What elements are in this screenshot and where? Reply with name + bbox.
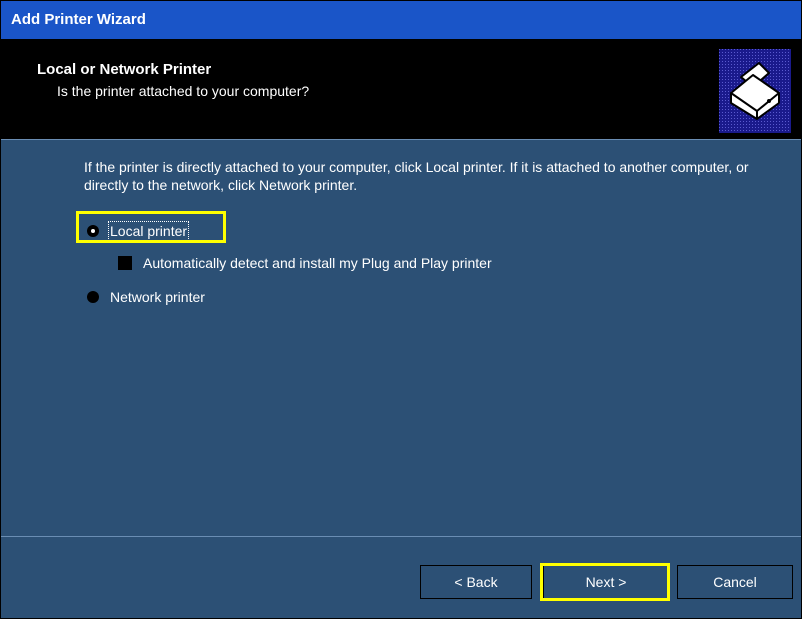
wizard-header: Local or Network Printer Is the printer … — [1, 39, 801, 139]
window-title: Add Printer Wizard — [11, 11, 146, 28]
page-title: Local or Network Printer — [37, 61, 212, 78]
network-printer-label[interactable]: Network printer — [110, 289, 205, 305]
radio-selected-icon[interactable] — [87, 225, 99, 237]
next-button[interactable]: Next > — [543, 565, 669, 599]
printer-icon — [719, 49, 791, 133]
wizard-content: If the printer is directly attached to y… — [1, 140, 801, 532]
local-printer-label[interactable]: Local printer — [107, 221, 190, 241]
instructions-text: If the printer is directly attached to y… — [84, 159, 749, 193]
radio-unselected-icon[interactable] — [87, 291, 99, 303]
footer-divider — [1, 536, 801, 537]
network-printer-radio[interactable]: Network printer — [87, 289, 205, 305]
auto-detect-checkbox[interactable]: Automatically detect and install my Plug… — [118, 255, 492, 271]
auto-detect-label[interactable]: Automatically detect and install my Plug… — [143, 255, 492, 271]
cancel-button[interactable]: Cancel — [677, 565, 793, 599]
title-bar[interactable]: Add Printer Wizard — [1, 1, 801, 39]
local-printer-radio[interactable]: Local printer — [87, 221, 190, 241]
back-button[interactable]: < Back — [420, 565, 532, 599]
add-printer-wizard-window: Add Printer Wizard Local or Network Prin… — [0, 0, 802, 619]
page-subtitle: Is the printer attached to your computer… — [57, 83, 310, 99]
checkbox-icon[interactable] — [118, 256, 132, 270]
